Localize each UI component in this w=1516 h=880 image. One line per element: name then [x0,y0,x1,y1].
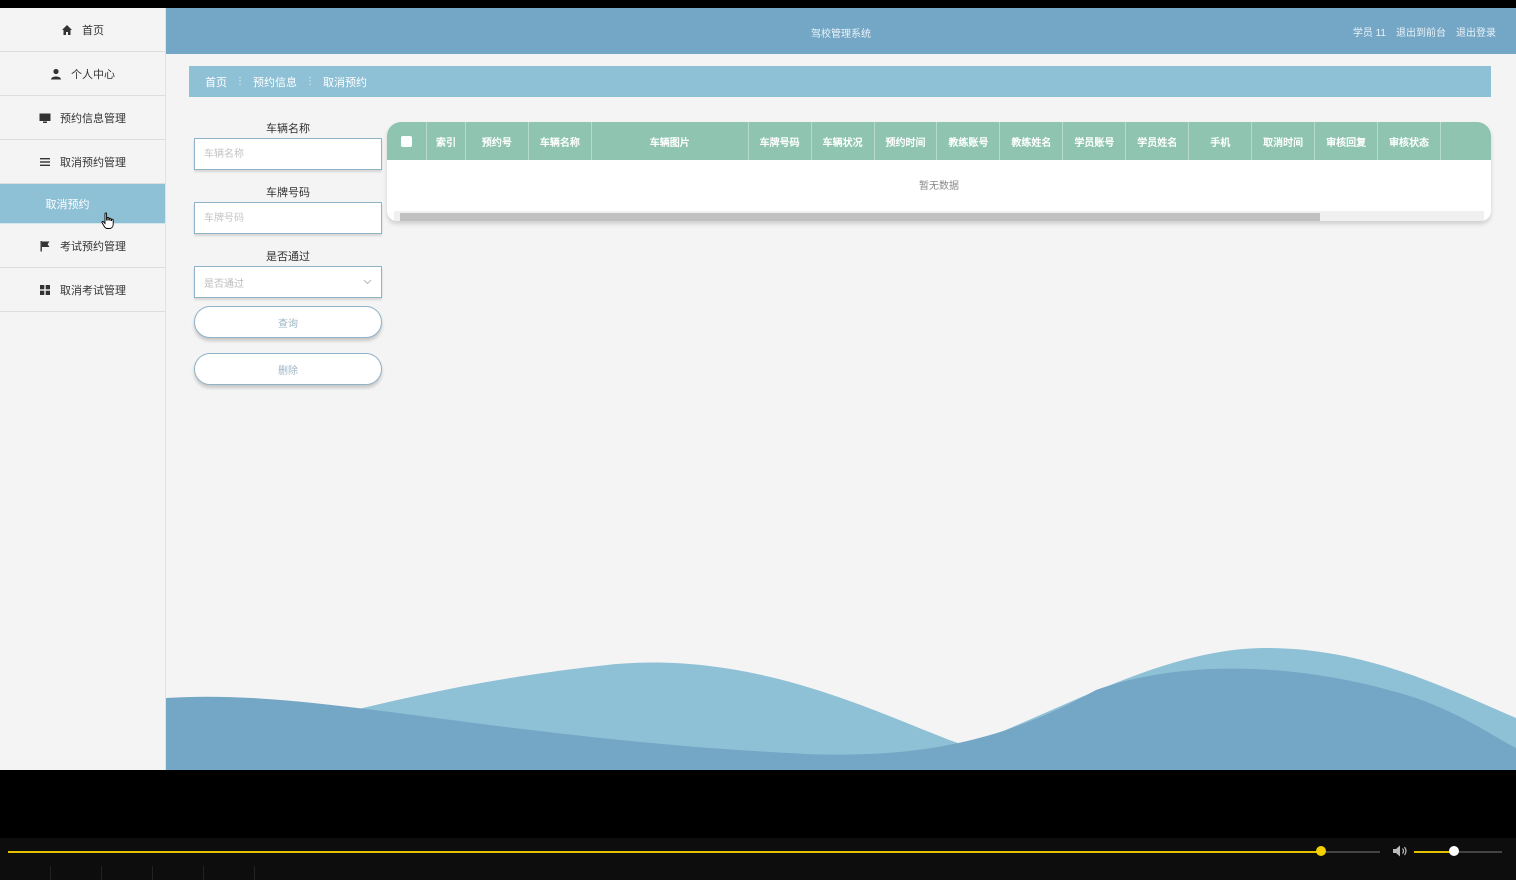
breadcrumb-home[interactable]: 首页 [205,74,227,90]
sidebar-item-home[interactable]: 首页 [0,8,165,52]
sidebar-item-booking-management[interactable]: 预约信息管理 [0,96,165,140]
top-header: 驾校管理系统 学员 11 退出到前台 退出登录 [166,8,1516,54]
decorative-waves [166,648,1516,770]
header-actions: 学员 11 退出到前台 退出登录 [1353,24,1496,39]
logout-link[interactable]: 退出登录 [1456,24,1496,39]
volume-knob[interactable] [1449,846,1459,856]
select-all-checkbox[interactable] [387,122,427,160]
chevron-down-icon [363,279,372,285]
sidebar-item-label: 个人中心 [71,68,115,81]
sidebar-item-exam-booking-management[interactable]: 考试预约管理 [0,224,165,268]
breadcrumb: 首页 ⋮ 预约信息 ⋮ 取消预约 [189,66,1491,97]
progress-knob[interactable] [1316,846,1326,856]
segment [102,866,153,880]
sidebar-item-label: 预约信息管理 [60,112,126,125]
monitor-icon [39,112,51,124]
flag-icon [39,240,51,252]
sidebar-item-profile[interactable]: 个人中心 [0,52,165,96]
sidebar-item-cancel-booking[interactable]: 取消预约 [0,184,165,229]
column-header[interactable]: 预约时间 [875,122,938,160]
scrollbar-thumb[interactable] [400,213,1320,221]
column-header[interactable]: 教练姓名 [1000,122,1064,160]
column-header[interactable]: 车牌号码 [749,122,812,160]
sidebar-item-label: 考试预约管理 [60,240,126,253]
column-header[interactable]: 学员姓名 [1126,122,1190,160]
sidebar-item-label: 取消考试管理 [60,284,126,297]
segment [0,866,51,880]
sidebar: 首页 个人中心 预约信息管理 取消预约管理 取消预约 考试预约管理 取消考试管理 [0,8,166,770]
column-header[interactable]: 教练账号 [937,122,1001,160]
column-header[interactable]: 预约号 [466,122,529,160]
current-user: 学员 11 [1352,28,1386,39]
column-header[interactable]: 车辆状况 [812,122,875,160]
segment [153,866,204,880]
empty-state: 暂无数据 [919,180,959,192]
video-player-controls [0,838,1516,880]
sidebar-item-cancel-booking-management[interactable]: 取消预约管理 [0,140,165,184]
vehicle-name-input[interactable] [194,138,382,170]
breadcrumb-separator-icon: ⋮ [235,76,245,87]
plate-number-input[interactable] [194,202,382,234]
column-header[interactable]: 手机 [1189,122,1253,160]
list-icon [39,156,51,168]
sidebar-item-cancel-exam-management[interactable]: 取消考试管理 [0,268,165,312]
volume-icon[interactable] [1392,844,1408,858]
user-icon [50,68,62,80]
delete-button[interactable]: 删除 [194,353,382,385]
progress-track[interactable] [8,851,1380,853]
breadcrumb-separator-icon: ⋮ [305,76,315,87]
column-header[interactable]: 学员账号 [1063,122,1127,160]
cursor-hand-icon [101,212,114,229]
data-table: 索引 预约号 车辆名称 车辆图片 车牌号码 车辆状况 预约时间 教练账号 教练姓… [387,122,1491,221]
query-button[interactable]: 查询 [194,306,382,338]
progress-played [8,851,1322,853]
column-header[interactable]: 审核回复 [1315,122,1379,160]
passed-select[interactable]: 是否通过 [194,266,382,298]
sidebar-item-label: 取消预约 [45,198,90,211]
checkbox-icon [400,135,412,147]
home-icon [61,24,73,36]
column-header[interactable]: 取消时间 [1252,122,1316,160]
horizontal-scrollbar[interactable] [394,211,1484,221]
back-to-front-link[interactable]: 退出到前台 [1396,24,1446,39]
column-header[interactable]: 索引 [427,122,466,160]
column-header[interactable]: 车辆图片 [592,122,749,160]
breadcrumb-current: 取消预约 [323,76,367,89]
sidebar-item-label: 取消预约管理 [60,156,126,169]
player-segments [0,866,1516,880]
column-header[interactable]: 审核状态 [1378,122,1441,160]
segment [51,866,102,880]
sidebar-item-label: 首页 [82,24,104,37]
column-header[interactable]: 车辆名称 [529,122,592,160]
plate-number-label: 车牌号码 [266,187,310,199]
passed-select-placeholder: 是否通过 [204,278,244,290]
breadcrumb-booking-info[interactable]: 预约信息 [253,74,297,90]
passed-label: 是否通过 [266,251,310,263]
column-header-actions [1441,122,1491,160]
app-title: 驾校管理系统 [811,29,871,40]
segment [204,866,255,880]
grid-icon [39,284,51,296]
app-window: 首页 个人中心 预约信息管理 取消预约管理 取消预约 考试预约管理 取消考试管理… [0,8,1516,770]
search-panel: 车辆名称 车牌号码 是否通过 是否通过 查询 删除 [194,120,382,385]
volume-level [1414,851,1452,853]
vehicle-name-label: 车辆名称 [266,123,310,135]
table-header: 索引 预约号 车辆名称 车辆图片 车牌号码 车辆状况 预约时间 教练账号 教练姓… [387,122,1491,160]
